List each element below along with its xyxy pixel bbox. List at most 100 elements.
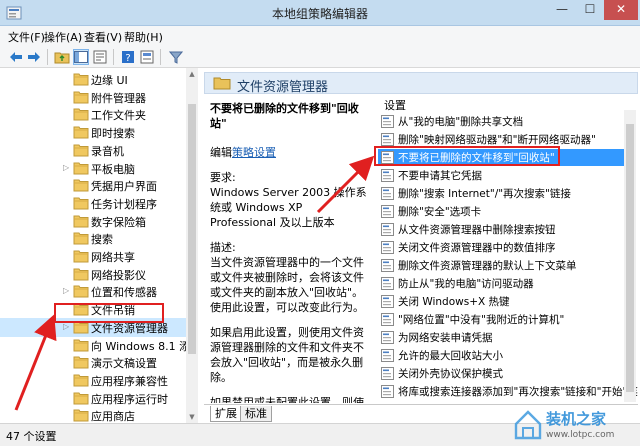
setting-label: 关闭文件资源管理器中的数值排序 [398,242,556,254]
tree-item[interactable]: 数字保险箱 [0,212,186,231]
policy-setting-icon [381,313,394,326]
properties-icon[interactable] [92,49,108,65]
tree-item-label: 网络投影仪 [91,268,146,282]
setting-row[interactable]: 关闭 Windows+X 热键 [378,293,624,310]
policy-setting-icon [381,277,394,290]
folder-icon [73,356,89,369]
menu-action[interactable]: 操作(A) [44,29,82,45]
description-panel: 不要将已删除的文件移到"回收站" 编辑策略设置 要求: Windows Serv… [204,95,374,403]
setting-row[interactable]: 删除"搜索 Internet"/"再次搜索"链接 [378,185,624,202]
menu-view[interactable]: 查看(V) [84,29,122,45]
setting-label: 关闭 Windows+X 热键 [398,296,510,308]
tree-item[interactable]: 向 Windows 8.1 添加 [0,336,197,355]
tree-item[interactable]: ▷ 平板电脑 [0,159,186,178]
tree-item[interactable]: 网络投影仪 [0,265,186,284]
settings-list[interactable]: 设置 从"我的电脑"删除共享文档 删除"映射网络驱动器"和"断开网络驱动器" 不要将… [378,95,638,403]
tree-item[interactable]: 任务计划程序 [0,194,186,213]
tree-item[interactable]: 附件管理器 [0,88,186,107]
tree-item[interactable]: 应用程序运行时 [0,389,186,408]
tree-item-label: 任务计划程序 [91,197,157,211]
tree-item-label: 工作文件夹 [91,109,146,123]
view-icon[interactable] [139,49,155,65]
setting-label: 允许的最大回收站大小 [398,350,503,362]
toolbar-separator [113,49,114,65]
folder-icon [73,73,89,86]
tree-item[interactable]: 录音机 [0,141,186,160]
setting-label: 关闭外壳协议保护模式 [398,368,503,380]
up-folder-icon[interactable] [54,49,70,65]
tree-item[interactable]: 网络共享 [0,247,186,266]
setting-row[interactable]: 从文件资源管理器中删除搜索按钮 [378,221,624,238]
tree-item-label: 录音机 [91,144,124,158]
policy-setting-icon [381,349,394,362]
setting-row[interactable]: 为网络安装申请凭据 [378,329,624,346]
menu-file[interactable]: 文件(F) [8,29,45,45]
expand-arrow-icon[interactable]: ▷ [63,162,71,174]
tab-standard[interactable]: 标准 [240,406,272,422]
policy-setting-icon [381,223,394,236]
folder-icon [73,197,89,210]
tree-item[interactable]: 即时搜索 [0,123,186,142]
setting-row[interactable]: 防止从"我的电脑"访问驱动器 [378,275,624,292]
tab-extended[interactable]: 扩展 [210,406,242,422]
tree-item-label: 凭据用户界面 [91,180,157,194]
settings-scrollbar[interactable] [624,110,636,402]
show-hide-tree-icon[interactable] [73,49,89,65]
setting-label: 不要申请其它凭据 [398,170,482,182]
expand-arrow-icon [63,126,71,138]
setting-label: "网络位置"中没有"我附近的计算机" [398,314,565,326]
tree-item-label: 平板电脑 [91,162,135,176]
setting-row[interactable]: 删除"安全"选项卡 [378,203,624,220]
forward-arrow-icon[interactable] [26,49,42,65]
tree-scrollbar[interactable]: ▲ ▼ [186,68,198,423]
tree-item[interactable]: 演示文稿设置 [0,353,186,372]
setting-label: 删除"映射网络驱动器"和"断开网络驱动器" [398,134,596,146]
tree-item[interactable]: 应用程序兼容性 [0,371,186,390]
tree-item[interactable]: 搜索 [0,229,186,248]
setting-row[interactable]: 不要申请其它凭据 [378,167,624,184]
enabled-text: 如果启用此设置，则使用文件资源管理器删除的文件和文件夹不会放入"回收站"，而是被… [210,326,364,384]
tree-item[interactable]: 应用商店 [0,406,186,423]
expand-arrow-icon [63,91,71,103]
tree-scroll-thumb[interactable] [188,104,196,354]
right-pane-title: 文件资源管理器 [237,80,329,95]
setting-row[interactable]: 从"我的电脑"删除共享文档 [378,113,624,130]
setting-row[interactable]: 关闭文件资源管理器中的数值排序 [378,239,624,256]
close-button[interactable]: ✕ [604,0,638,20]
setting-row[interactable]: 将库或搜索连接器添加到"再次搜索"链接和"开始"菜单 [378,383,638,400]
menu-help[interactable]: 帮助(H) [124,29,163,45]
setting-row[interactable]: 删除文件资源管理器的默认上下文菜单 [378,257,624,274]
scroll-up-arrow-icon[interactable]: ▲ [186,68,198,80]
folder-icon [73,250,89,263]
back-arrow-icon[interactable] [8,49,24,65]
toolbar-separator [47,49,48,65]
maximize-button[interactable]: ☐ [576,0,604,20]
settings-scroll-thumb[interactable] [626,124,634,392]
help-icon[interactable]: ? [120,49,136,65]
minimize-button[interactable]: — [548,0,576,20]
settings-header[interactable]: 设置 [384,97,406,113]
tree-item[interactable]: 凭据用户界面 [0,176,186,195]
edit-policy-link[interactable]: 策略设置 [232,146,276,159]
tree-item-label: 演示文稿设置 [91,357,157,371]
setting-row[interactable]: "网络位置"中没有"我附近的计算机" [378,311,624,328]
scroll-down-arrow-icon[interactable]: ▼ [186,411,198,423]
expand-arrow-icon[interactable]: ▷ [63,285,71,297]
expand-arrow-icon [63,215,71,227]
folder-icon [73,268,89,281]
tree-item[interactable]: 边缘 UI [0,70,186,89]
folder-icon [73,162,89,174]
filter-icon[interactable] [168,49,184,65]
expand-arrow-icon [63,250,71,262]
tree-item[interactable]: 工作文件夹 [0,105,186,124]
setting-row[interactable]: 关闭外壳协议保护模式 [378,365,624,382]
description-label: 描述: [210,241,236,254]
setting-label: 从文件资源管理器中删除搜索按钮 [398,224,556,236]
tree-item[interactable]: ▷ 位置和传感器 [0,282,186,301]
setting-row[interactable]: 允许的最大回收站大小 [378,347,624,364]
watermark-url: www.lotpc.com [546,430,614,440]
tree-item-label: 网络共享 [91,251,135,264]
policy-tree[interactable]: 边缘 UI 附件管理器工作文件夹 即时搜索录音机 ▷ 平板电脑凭据用户界面 任务计划程序数… [0,68,198,423]
svg-text:?: ? [125,53,130,64]
policy-setting-icon [381,133,394,146]
